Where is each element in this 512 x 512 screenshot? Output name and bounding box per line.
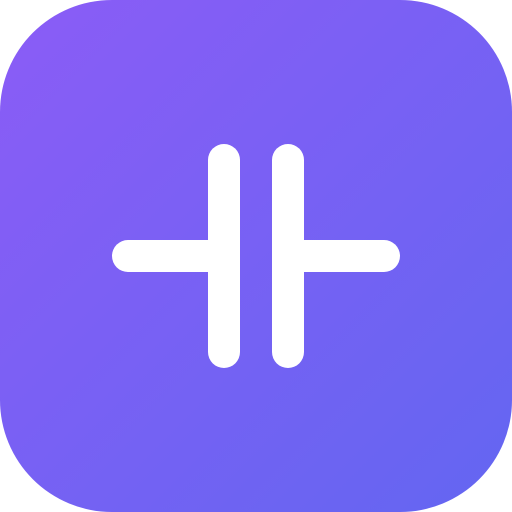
capacitor-icon (112, 144, 400, 368)
app-icon[interactable] (0, 0, 512, 512)
